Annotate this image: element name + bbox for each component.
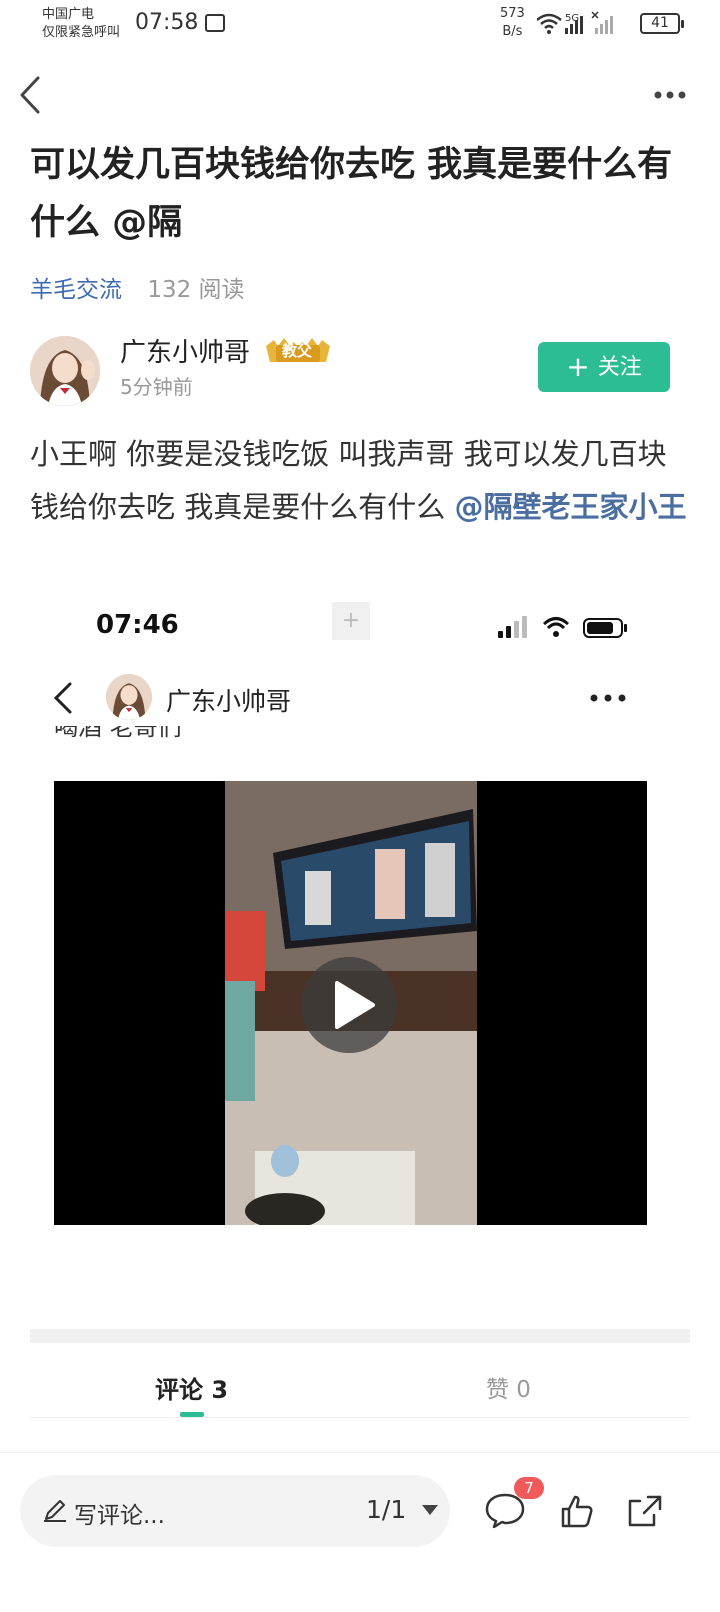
pen-icon [44, 1500, 66, 1522]
signal-no-service-icon [591, 11, 613, 34]
topic-tag[interactable]: 羊毛交流 [30, 277, 122, 303]
embedded-cut-text-value: 喝酒 老哥们 [54, 726, 182, 741]
avatar-image [30, 336, 100, 406]
comment-tabs: 评论 3 赞 0 [30, 1360, 690, 1418]
author-row: 广东小帅哥 教父 5分钟前 + 关注 [30, 336, 690, 408]
gallery-icon [205, 14, 225, 32]
tab-comments[interactable]: 评论 3 [155, 1370, 228, 1405]
read-count: 132 阅读 [147, 277, 245, 303]
more-horizontal-icon [654, 91, 686, 99]
status-bar: 中国广电 仅限紧急呼叫 07:58 573 B/s 5G 41 [0, 0, 720, 48]
play-icon [335, 981, 375, 1029]
status-time: 07:58 [135, 10, 199, 35]
video-player[interactable] [54, 781, 647, 1225]
more-button[interactable] [650, 80, 700, 110]
wifi-icon [542, 617, 570, 637]
embedded-status-icons [498, 616, 627, 638]
back-button[interactable] [14, 70, 54, 120]
badge-label: 教父 [282, 342, 313, 360]
network-speed-unit: B/s [502, 24, 523, 39]
network-speed-value: 573 [500, 6, 525, 21]
embedded-status-time: 07:46 [96, 610, 179, 640]
chevron-down-icon[interactable] [422, 1505, 438, 1515]
embedded-plus-icon: + [332, 602, 370, 640]
embedded-avatar [106, 674, 152, 720]
comment-input[interactable]: 写评论... 1/1 [20, 1475, 450, 1547]
carrier-info: 中国广电 仅限紧急呼叫 [42, 6, 120, 42]
bottom-action-bar: 写评论... 1/1 7 [0, 1452, 720, 1612]
author-badge: 教父 [264, 336, 332, 366]
post-body: 小王啊 你要是没钱吃饭 叫我声哥 我可以发几百块钱给你去吃 我真是要什么有什么 … [30, 428, 690, 534]
avatar[interactable] [30, 336, 100, 406]
wifi-icon [537, 13, 562, 34]
battery-icon: 41 [640, 13, 684, 34]
post-meta: 羊毛交流 132 阅读 [30, 275, 245, 305]
thumbs-up-icon[interactable] [560, 1493, 594, 1529]
play-button[interactable] [301, 957, 397, 1053]
mention-link[interactable]: @隔壁老王家小王 [454, 490, 686, 524]
embedded-author-name: 广东小帅哥 [166, 687, 292, 716]
tab-likes[interactable]: 赞 0 [486, 1370, 531, 1404]
chevron-left-icon [20, 76, 40, 114]
chevron-left-icon [53, 682, 72, 714]
page-indicator[interactable]: 1/1 [366, 1495, 406, 1524]
follow-label: 关注 [597, 355, 642, 380]
signal-icon [498, 616, 527, 638]
plus-icon: + [566, 350, 590, 383]
more-horizontal-icon [590, 694, 626, 702]
battery-icon [583, 618, 627, 638]
embedded-screenshot[interactable]: 07:46 + 广东小帅哥 喝酒 老哥们 [30, 598, 690, 1278]
comment-count-badge: 7 [514, 1477, 544, 1499]
comment-placeholder: 写评论... [74, 1503, 165, 1529]
carrier-status: 仅限紧急呼叫 [42, 25, 121, 40]
follow-button[interactable]: + 关注 [538, 342, 670, 392]
post-time: 5分钟前 [120, 375, 193, 399]
post-title: 可以发几百块钱给你去吃 我真是要什么有什么 @隔 [30, 145, 673, 243]
active-tab-indicator [180, 1412, 204, 1417]
author-name[interactable]: 广东小帅哥 [120, 336, 250, 370]
share-icon[interactable] [626, 1493, 664, 1529]
embedded-cut-text: 喝酒 老哥们 [54, 726, 254, 748]
avatar-image [106, 674, 152, 720]
carrier-name: 中国广电 [42, 7, 95, 22]
network-speed: 573 B/s [500, 5, 525, 41]
section-divider [30, 1329, 690, 1343]
